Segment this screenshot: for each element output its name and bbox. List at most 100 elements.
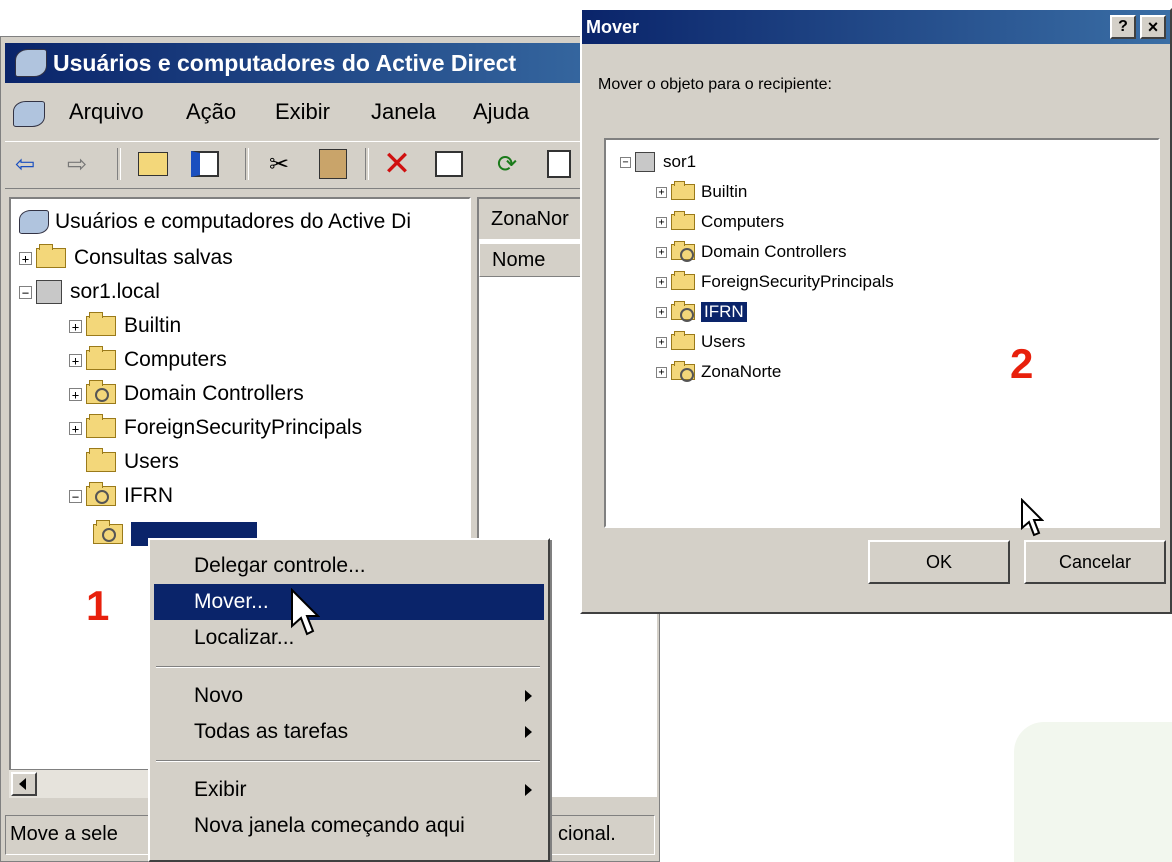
details-tab-label: ZonaNor	[491, 207, 569, 230]
collapse-icon: −	[620, 156, 631, 168]
tree-item[interactable]: + Domain Controllers	[69, 379, 304, 409]
dialog-tree-item[interactable]: + Builtin	[656, 178, 747, 206]
tree-root[interactable]: Usuários e computadores do Active Di	[19, 207, 411, 237]
tree-item[interactable]: Users	[69, 447, 179, 477]
step-number-1: 1	[86, 582, 110, 629]
tree-item[interactable]: − sor1.local	[19, 277, 160, 307]
dialog-tree-item[interactable]: + Users	[656, 328, 745, 356]
menu-item-label: Localizar...	[194, 626, 295, 649]
menu-janela[interactable]: Janela	[371, 99, 436, 125]
submenu-arrow-icon	[525, 690, 532, 702]
step-number-2: 2	[1010, 340, 1034, 387]
organizational-unit-icon	[86, 380, 116, 404]
dialog-tree-root-label: sor1	[663, 152, 697, 171]
menu-acao[interactable]: Ação	[186, 99, 236, 125]
organizational-unit-icon	[86, 482, 116, 506]
dialog-title: Mover	[586, 16, 640, 37]
toolbar: ⇦ ⇨ ✂ ✕ ⟳	[5, 141, 655, 189]
dialog-tree-root[interactable]: − sor1	[620, 148, 696, 176]
tree-item-label: Computers	[124, 348, 227, 371]
help-icon: ?	[1118, 18, 1128, 35]
expand-icon[interactable]: +	[69, 353, 82, 367]
snapin-icon	[13, 101, 45, 127]
menu-item-todas-tarefas[interactable]: Todas as tarefas	[150, 714, 546, 750]
tree-item[interactable]: − IFRN	[69, 481, 173, 511]
organizational-unit-icon	[93, 520, 123, 544]
menu-exibir[interactable]: Exibir	[275, 99, 330, 125]
menu-item-mover[interactable]: Mover...	[154, 584, 544, 620]
expand-icon[interactable]: +	[656, 246, 667, 258]
status-text-left: Move a sele	[10, 823, 118, 845]
expand-icon[interactable]: +	[19, 251, 32, 265]
tree-item[interactable]: + Consultas salvas	[19, 243, 233, 273]
window-title: Usuários e computadores do Active Direct	[53, 49, 517, 76]
menu-item-label: Nova janela começando aqui	[194, 814, 465, 837]
move-dialog: Mover ? × Mover o objeto para o recipien…	[580, 8, 1172, 614]
tree-item[interactable]: + ForeignSecurityPrincipals	[69, 413, 362, 443]
delete-icon[interactable]: ✕	[379, 145, 415, 183]
menu-item-delegar[interactable]: Delegar controle...	[150, 548, 546, 584]
dialog-tree-item[interactable]: + Domain Controllers	[656, 238, 847, 266]
menu-item-nova-janela[interactable]: Nova janela começando aqui	[150, 808, 546, 844]
dialog-tree-item[interactable]: + ForeignSecurityPrincipals	[656, 268, 894, 296]
submenu-arrow-icon	[525, 784, 532, 796]
expand-icon[interactable]: +	[656, 186, 667, 198]
expand-icon[interactable]: +	[69, 387, 82, 401]
column-header-label: Nome	[492, 248, 546, 271]
expand-icon[interactable]: +	[656, 336, 667, 348]
menu-bar: Arquivo Ação Exibir Janela Ajuda	[11, 99, 651, 133]
menu-item-label: Exibir	[194, 778, 247, 801]
menu-ajuda[interactable]: Ajuda	[473, 99, 529, 125]
show-tree-icon[interactable]	[187, 146, 223, 182]
expand-icon[interactable]: +	[656, 306, 667, 318]
export-icon[interactable]	[541, 146, 577, 182]
properties-icon[interactable]	[431, 146, 467, 182]
tree-item-label: Domain Controllers	[124, 382, 304, 405]
expand-icon[interactable]: +	[656, 276, 667, 288]
dialog-title-bar[interactable]: Mover ? ×	[582, 10, 1170, 44]
status-text-right: cional.	[558, 823, 616, 845]
menu-item-label: Mover...	[194, 590, 269, 613]
folder-icon	[671, 331, 695, 350]
tree-item[interactable]: + Computers	[69, 345, 227, 375]
dialog-tree-item[interactable]: + IFRN	[656, 298, 747, 326]
folder-icon	[36, 244, 66, 268]
menu-item-novo[interactable]: Novo	[150, 678, 546, 714]
collapse-icon[interactable]: −	[19, 285, 32, 299]
dialog-tree-item[interactable]: + ZonaNorte	[656, 358, 781, 386]
menu-item-exibir[interactable]: Exibir	[150, 772, 546, 808]
menu-arquivo[interactable]: Arquivo	[69, 99, 144, 125]
scroll-left-button[interactable]	[11, 772, 37, 796]
folder-icon	[86, 346, 116, 370]
container-tree[interactable]: − sor1 + Builtin + Computers + Domain Control…	[604, 138, 1160, 528]
tree-item-label: sor1.local	[70, 280, 160, 303]
dialog-tree-item[interactable]: + Computers	[656, 208, 784, 236]
up-folder-icon[interactable]	[135, 146, 171, 182]
menu-item-localizar[interactable]: Localizar...	[150, 620, 546, 656]
help-button[interactable]: ?	[1110, 15, 1136, 39]
expand-icon[interactable]: +	[656, 366, 667, 378]
paste-icon[interactable]	[315, 146, 351, 182]
organizational-unit-icon	[671, 241, 695, 262]
close-button[interactable]: ×	[1140, 15, 1166, 39]
tree-item-label: Consultas salvas	[74, 246, 233, 269]
back-arrow-icon[interactable]: ⇦	[7, 146, 43, 182]
dialog-tree-item-label: Computers	[701, 212, 785, 231]
close-icon: ×	[1147, 16, 1159, 37]
menu-item-label: Todas as tarefas	[194, 720, 349, 743]
expand-icon[interactable]: +	[656, 216, 667, 228]
organizational-unit-icon	[671, 361, 695, 382]
forward-arrow-icon[interactable]: ⇨	[59, 146, 95, 182]
cancel-button[interactable]: Cancelar	[1024, 540, 1166, 584]
collapse-icon[interactable]: −	[69, 489, 82, 503]
tree-item[interactable]: + Builtin	[69, 311, 181, 341]
dialog-tree-item-label: Users	[701, 332, 746, 351]
expand-icon[interactable]: +	[69, 319, 82, 333]
main-window-title-bar[interactable]: Usuários e computadores do Active Direct	[5, 43, 657, 83]
ok-button[interactable]: OK	[868, 540, 1010, 584]
refresh-icon[interactable]: ⟳	[489, 146, 525, 182]
cut-icon[interactable]: ✂	[261, 146, 297, 182]
tree-item-label: Builtin	[124, 314, 182, 337]
domain-server-icon	[635, 152, 655, 172]
expand-icon[interactable]: +	[69, 421, 82, 435]
